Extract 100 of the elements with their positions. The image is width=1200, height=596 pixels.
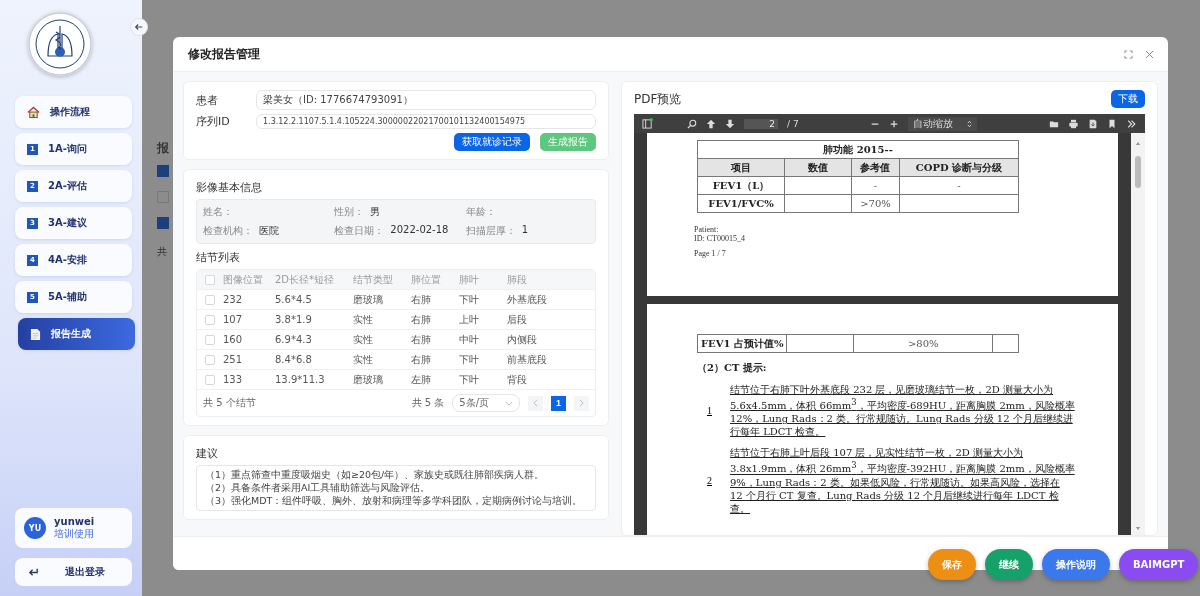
checkbox[interactable] xyxy=(157,217,169,229)
table-cell-text: 8.4*6.8 xyxy=(275,354,313,365)
floating-action-button[interactable]: 操作说明 xyxy=(1042,549,1110,580)
table-cell: - xyxy=(873,180,878,191)
page-number-field[interactable]: 2 xyxy=(744,118,778,129)
table-cell-text: 5.6*4.5 xyxy=(275,294,313,305)
close-icon[interactable] xyxy=(1145,49,1154,59)
page-footer-text: Patient: xyxy=(694,225,720,234)
arrow-up-icon[interactable] xyxy=(706,118,716,129)
table-cell-text: 背段 xyxy=(507,372,528,387)
page-size-select[interactable]: 5条/页 xyxy=(452,394,520,412)
table-cell-text: 磨玻璃 xyxy=(353,372,384,387)
chevron-left-icon xyxy=(533,399,538,407)
chevron-down-icon xyxy=(505,400,513,406)
maximize-icon[interactable] xyxy=(1124,49,1133,59)
section-title: 建议 xyxy=(196,446,219,461)
table-cell-text: 右肺 xyxy=(411,332,432,347)
column-header: 肺段 xyxy=(507,272,528,287)
sort-arrows-icon xyxy=(967,119,973,128)
field-label: 患者 xyxy=(196,92,219,108)
finding-paragraph: 结节位于右肺上叶后段 107 层，见实性结节一枚，2D 测量大小为 3.8x1.9mm，体积 26mm$^{3}$，平均密度-392HU，距离胸膜 2mm，风险概率 9%，Lung Rads：2 类。如果低风险，行常规随访。如果高风险，选择在 12 个月行 CT 复查。Lung Rads 分级 12 个月后继续进行每年 LDCT 检查。 xyxy=(730,446,1075,515)
table-cell-text: 外基底段 xyxy=(507,292,548,307)
list-number: 2 xyxy=(707,475,712,486)
patient-field[interactable]: 梁美女（ID: 1776674793091） xyxy=(256,90,596,110)
scroll-thumb[interactable] xyxy=(1135,156,1141,188)
table-cell: FEV1/FVC% xyxy=(708,198,774,209)
column-header: 结节类型 xyxy=(353,272,394,287)
section-heading: （2）CT 提示: xyxy=(697,361,768,375)
table-cell-text: 右肺 xyxy=(411,352,432,367)
print-icon[interactable] xyxy=(1068,118,1079,129)
section-title: PDF预览 xyxy=(634,90,682,108)
page-count: / 7 xyxy=(787,118,799,129)
double-chevron-right-icon[interactable] xyxy=(1126,118,1137,129)
house-icon xyxy=(27,105,40,119)
table-cell-text: 251 xyxy=(223,354,244,365)
zoom-select[interactable]: 自动缩放 xyxy=(908,116,978,131)
arrow-down-icon[interactable] xyxy=(725,118,735,129)
chevron-right-icon xyxy=(579,399,584,407)
nav-item[interactable]: 报告生成 xyxy=(18,318,135,350)
bookmark-icon[interactable] xyxy=(1107,118,1117,129)
table-cell-text: 实性 xyxy=(353,352,374,367)
column-header: 肺叶 xyxy=(459,272,480,287)
info-label: 年龄： xyxy=(465,205,496,219)
list-number: 1 xyxy=(707,405,712,417)
info-label: 姓名： xyxy=(203,205,233,219)
table-cell-text: 左肺 xyxy=(411,372,432,387)
collapse-icon xyxy=(134,22,144,32)
info-label: 扫描层厚： xyxy=(465,224,516,238)
download-button[interactable]: 下载 xyxy=(1111,90,1145,108)
next-page-button[interactable] xyxy=(574,395,589,411)
sidebar-toggle-icon[interactable] xyxy=(642,118,653,129)
advice-textarea[interactable]: （1）重点筛查中重度吸烟史（如≥20包/年）、家族史或既往肺部疾病人群。 （2）具备条件者采用AI工具辅助筛选与风险评估。 （3）强化MDT：组件呼吸、胸外、放射和病理等多学科团队，定期病例讨论与培训。 xyxy=(196,465,596,511)
table-cell-text: 磨玻璃 xyxy=(353,292,384,307)
info-label: 性别： xyxy=(334,205,365,219)
search-icon[interactable] xyxy=(687,118,697,129)
table-cell-text: 232 xyxy=(223,294,244,305)
table-cell: >80% xyxy=(908,338,939,349)
page-heading: 报 xyxy=(157,140,169,157)
info-value: 医院 xyxy=(259,224,279,238)
user-avatar: YU xyxy=(24,517,46,539)
user-role: 培训使用 xyxy=(54,527,95,541)
page-number[interactable]: 1 xyxy=(551,395,566,411)
scroll-down-icon[interactable] xyxy=(1135,526,1141,531)
table-title: 肺功能 2015-- xyxy=(697,140,1019,159)
page-label: Page 1 / 7 xyxy=(694,249,727,258)
table-cell-text: 右肺 xyxy=(411,292,432,307)
table-cell: >70% xyxy=(860,198,891,209)
nodule-count: 共 5 个结节 xyxy=(203,396,257,410)
table-cell-text: 107 xyxy=(223,314,244,325)
finding-paragraph: 结节位于右肺下叶外基底段 232 层，见磨玻璃结节一枚，2D 测量大小为 5.6x4.5mm，体积 66mm$^{3}$，平均密度-689HU，距离胸膜 2mm，风险概率 12%，Lung Rads：2 类。行常规随访。Lung Rads 分级 12 个月后继续进行每年 LDCT 检查。 xyxy=(730,383,1075,439)
series-id-field[interactable]: 1.3.12.2.1107.5.1.4.105224.30000022021700101132400154975 xyxy=(256,114,596,129)
info-value: 1 xyxy=(521,224,529,237)
previous-page-button[interactable] xyxy=(528,395,543,411)
column-header: 图像位置 xyxy=(223,272,264,287)
table-cell-text: 内侧段 xyxy=(507,332,538,347)
table-cell-text: 实性 xyxy=(353,312,374,327)
field-label: 序列ID xyxy=(196,114,231,129)
floating-action-button[interactable]: BAIMGPT xyxy=(1119,549,1199,580)
nav-item[interactable]: 操作流程 xyxy=(15,96,132,128)
table-cell-text: 6.9*4.3 xyxy=(275,334,313,345)
user-name: yunwei xyxy=(54,515,95,527)
info-value: 男 xyxy=(370,205,381,219)
table-cell-text: 160 xyxy=(223,334,244,345)
table-cell-text: 上叶 xyxy=(459,312,480,327)
table-cell-text: 前基底段 xyxy=(507,352,548,367)
info-label: 检查机构： xyxy=(203,224,253,238)
document-icon xyxy=(30,327,41,341)
info-value: 2022-02-18 xyxy=(390,224,449,237)
save-file-icon[interactable] xyxy=(1088,118,1098,129)
table-cell-text: 右肺 xyxy=(411,312,432,327)
zoom-in-icon[interactable] xyxy=(889,118,900,129)
checkbox[interactable] xyxy=(157,165,169,177)
table-cell-text: 133 xyxy=(223,374,244,385)
table-cell-text: 中叶 xyxy=(459,332,480,347)
action-button[interactable]: 获取就诊记录 xyxy=(454,133,530,151)
table-footer-text: 共 xyxy=(157,245,167,259)
logout-button[interactable]: 退出登录 xyxy=(15,558,132,586)
scroll-up-icon[interactable] xyxy=(1135,141,1141,146)
collapse-button[interactable] xyxy=(130,18,148,36)
table-cell-text: 13.9*11.3 xyxy=(275,374,326,385)
